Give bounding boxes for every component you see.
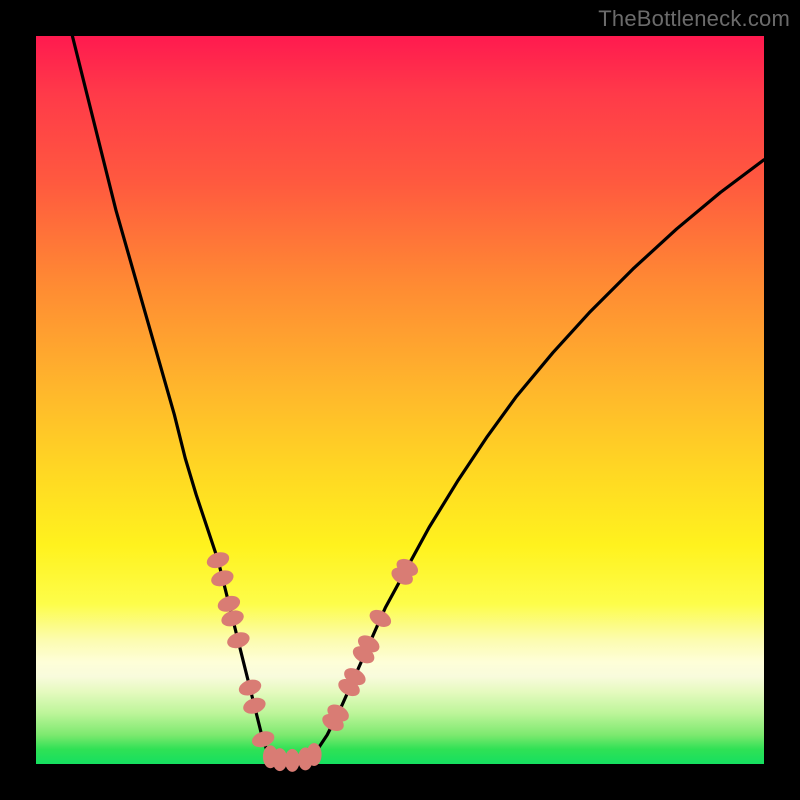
data-marker bbox=[209, 568, 236, 589]
chart-frame: TheBottleneck.com bbox=[0, 0, 800, 800]
marker-cluster bbox=[205, 549, 421, 771]
data-marker bbox=[367, 606, 394, 630]
data-marker bbox=[241, 695, 268, 716]
bottleneck-curve bbox=[72, 36, 764, 760]
plot-area bbox=[36, 36, 764, 764]
data-marker bbox=[225, 630, 252, 651]
chart-svg bbox=[36, 36, 764, 764]
data-marker bbox=[205, 549, 232, 570]
data-marker bbox=[307, 743, 322, 766]
data-marker bbox=[237, 677, 264, 698]
data-marker bbox=[285, 749, 300, 772]
v-curve-path bbox=[72, 36, 764, 760]
watermark-text: TheBottleneck.com bbox=[598, 6, 790, 32]
